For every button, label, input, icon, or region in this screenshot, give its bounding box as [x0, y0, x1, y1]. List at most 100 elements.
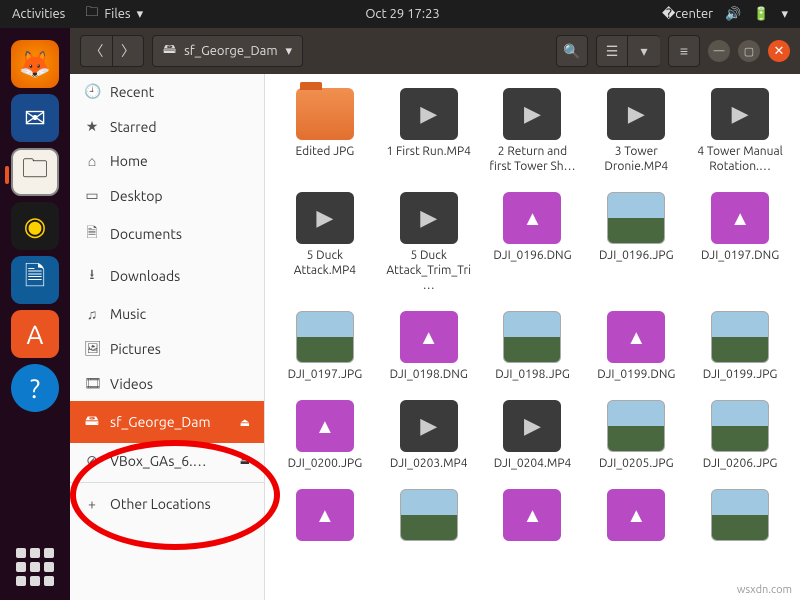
file-item[interactable]: Edited JPG: [275, 88, 375, 174]
sidebar-item-pictures[interactable]: 🖼Pictures: [70, 331, 264, 366]
volume-icon[interactable]: 🔊: [725, 7, 741, 22]
photo-icon: [607, 400, 665, 452]
chevron-down-icon[interactable]: ▾: [781, 7, 788, 22]
file-item[interactable]: DJI_0196.JPG: [586, 192, 686, 293]
folder-icon: [296, 88, 354, 140]
sidebar-icon: ⭳: [84, 264, 100, 288]
image-icon: ▲: [607, 311, 665, 363]
plus-icon: +: [84, 496, 100, 512]
sidebar-item-sf-george-dam[interactable]: 🖴sf_George_Dam⏏: [70, 401, 264, 443]
file-item[interactable]: ▲DJI_0200.JPG: [275, 400, 375, 471]
sidebar-item-label: Home: [110, 153, 148, 169]
pathbar[interactable]: 🖴 sf_George_Dam ▾: [152, 35, 303, 67]
sidebar-item-label: Desktop: [110, 188, 163, 204]
file-label: DJI_0199.JPG: [703, 367, 778, 382]
photo-icon: [296, 311, 354, 363]
file-label: 4 Tower Manual Rotation.…: [695, 144, 785, 174]
sidebar-other-locations[interactable]: +Other Locations: [70, 487, 264, 521]
file-label: DJI_0203.MP4: [390, 456, 468, 471]
file-item[interactable]: ▲: [483, 489, 583, 545]
sidebar-item-downloads[interactable]: ⭳Downloads: [70, 255, 264, 297]
dock-rhythmbox[interactable]: ◉: [11, 202, 59, 250]
sidebar-item-label: Recent: [110, 84, 154, 100]
dock-thunderbird[interactable]: ✉: [11, 94, 59, 142]
image-icon: ▲: [503, 192, 561, 244]
video-icon: ▶: [400, 400, 458, 452]
dock-help[interactable]: ?: [11, 364, 59, 412]
file-item[interactable]: DJI_0197.JPG: [275, 311, 375, 382]
drive-icon: 🖴: [163, 40, 176, 62]
file-item[interactable]: ▲DJI_0198.DNG: [379, 311, 479, 382]
file-item[interactable]: [379, 489, 479, 545]
file-label: DJI_0198.DNG: [390, 367, 468, 382]
sidebar-item-vbox-gas-6-[interactable]: ⊘VBox_GAs_6.…⏏: [70, 443, 264, 478]
file-item[interactable]: DJI_0206.JPG: [690, 400, 790, 471]
file-label: DJI_0205.JPG: [599, 456, 674, 471]
sidebar-item-videos[interactable]: 🎞 Videos: [70, 366, 264, 401]
dock-libreoffice[interactable]: 🗎: [11, 256, 59, 304]
sidebar-item-home[interactable]: ⌂ Home: [70, 144, 264, 178]
view-list-button[interactable]: ☰: [596, 35, 628, 67]
file-item[interactable]: ▲: [586, 489, 686, 545]
file-item[interactable]: DJI_0205.JPG: [586, 400, 686, 471]
gnome-topbar: Activities 🗀 Files ▾ Oct 29 17:23 �cente…: [0, 0, 800, 28]
video-icon: ▶: [400, 192, 458, 244]
window-maximize[interactable]: ▢: [738, 40, 760, 62]
battery-icon[interactable]: 🔋: [753, 7, 769, 22]
view-options-button[interactable]: ▾: [628, 35, 660, 67]
sidebar-item-starred[interactable]: ★Starred: [70, 109, 264, 144]
sidebar-item-label: sf_George_Dam: [110, 414, 211, 430]
file-label: 5 Duck Attack_Trim_Tri…: [384, 248, 474, 293]
file-item[interactable]: ▶3 Tower Dronie.MP4: [586, 88, 686, 174]
eject-icon[interactable]: ⏏: [240, 416, 250, 429]
pathbar-label: sf_George_Dam: [184, 44, 277, 58]
file-item[interactable]: ▶2 Return and first Tower Sh…: [483, 88, 583, 174]
file-item[interactable]: ▶4 Tower Manual Rotation.…: [690, 88, 790, 174]
clock[interactable]: Oct 29 17:23: [143, 7, 662, 21]
photo-icon: [400, 489, 458, 541]
network-icon[interactable]: �center: [662, 7, 713, 22]
nav-forward-button[interactable]: 〉: [112, 35, 144, 67]
photo-icon: [711, 311, 769, 363]
file-item[interactable]: ▲DJI_0197.DNG: [690, 192, 790, 293]
hamburger-menu[interactable]: ≡: [668, 35, 700, 67]
file-label: 5 Duck Attack.MP4: [280, 248, 370, 278]
file-item[interactable]: ▶1 First Run.MP4: [379, 88, 479, 174]
sidebar-item-music[interactable]: ♫Music: [70, 297, 264, 331]
file-item[interactable]: DJI_0199.JPG: [690, 311, 790, 382]
file-item[interactable]: ▲DJI_0199.DNG: [586, 311, 686, 382]
file-item[interactable]: ▶5 Duck Attack_Trim_Tri…: [379, 192, 479, 293]
activities-button[interactable]: Activities: [12, 7, 65, 21]
window-minimize[interactable]: —: [708, 40, 730, 62]
file-item[interactable]: ▲DJI_0196.DNG: [483, 192, 583, 293]
photo-icon: [607, 192, 665, 244]
file-item[interactable]: ▲: [275, 489, 375, 545]
video-icon: ▶: [296, 192, 354, 244]
search-button[interactable]: 🔍: [556, 35, 588, 67]
sidebar-icon: 🎞: [84, 375, 100, 392]
sidebar-icon: 🕘: [84, 83, 100, 100]
sidebar-item-desktop[interactable]: ▭Desktop: [70, 178, 264, 213]
sidebar-icon: ⌂: [84, 153, 100, 169]
file-item[interactable]: [690, 489, 790, 545]
sidebar-item-documents[interactable]: 🗎Documents: [70, 213, 264, 255]
sidebar-item-label: Pictures: [110, 341, 161, 357]
file-item[interactable]: ▶ DJI_0203.MP4: [379, 400, 479, 471]
app-menu[interactable]: 🗀 Files ▾: [85, 3, 143, 25]
sidebar-item-label: Videos: [110, 376, 153, 392]
dock-files[interactable]: 🗀: [11, 148, 59, 196]
nav-back-button[interactable]: 〈: [80, 35, 112, 67]
photo-icon: [503, 311, 561, 363]
file-item[interactable]: ▶ 5 Duck Attack.MP4: [275, 192, 375, 293]
dock-software[interactable]: A: [11, 310, 59, 358]
sidebar-item-label: VBox_GAs_6.…: [110, 453, 207, 469]
dock-firefox[interactable]: 🦊: [11, 40, 59, 88]
image-icon: ▲: [503, 489, 561, 541]
dock-show-apps[interactable]: [16, 548, 54, 586]
file-item[interactable]: ▶DJI_0204.MP4: [483, 400, 583, 471]
photo-icon: [711, 400, 769, 452]
eject-icon[interactable]: ⏏: [240, 454, 250, 467]
sidebar-item-recent[interactable]: 🕘 Recent: [70, 74, 264, 109]
window-close[interactable]: ✕: [768, 40, 790, 62]
file-item[interactable]: DJI_0198.JPG: [483, 311, 583, 382]
